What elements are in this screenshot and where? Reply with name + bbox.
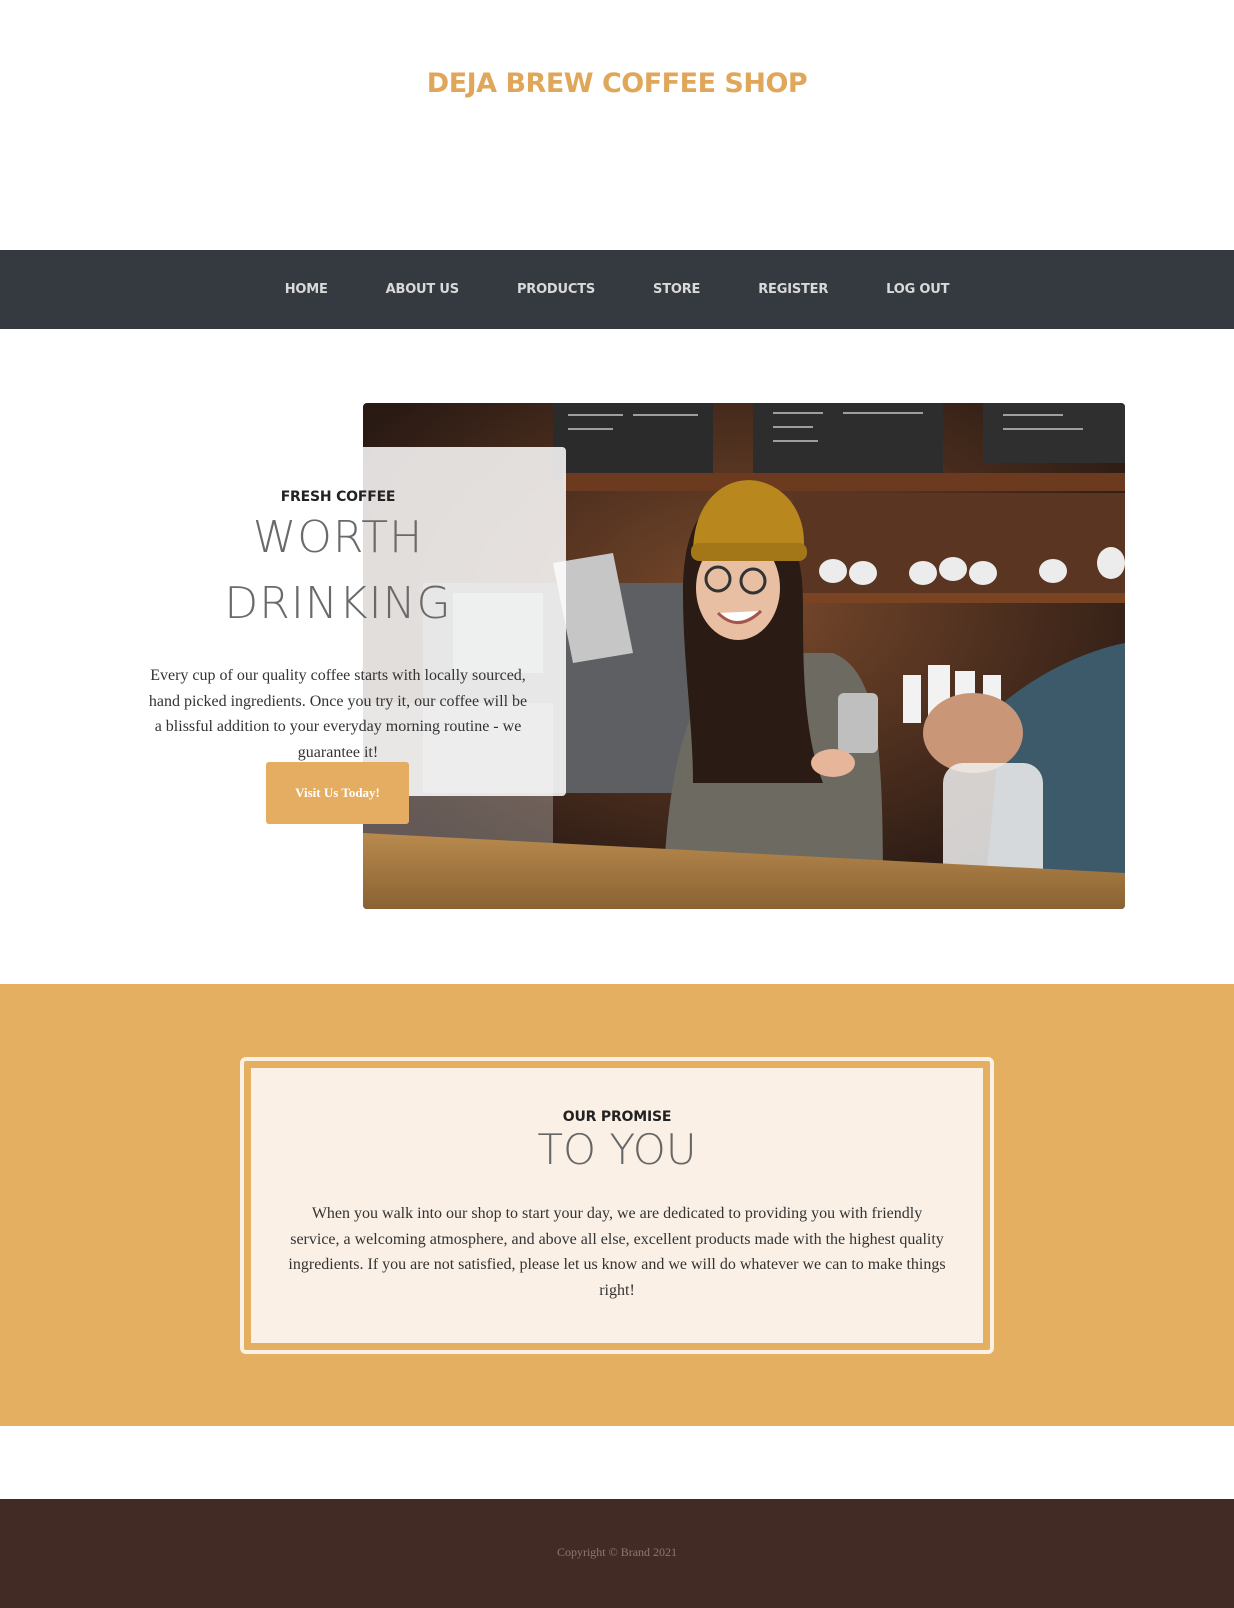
site-footer: Copyright © Brand 2021: [0, 1499, 1234, 1608]
hero-section: FRESH COFFEE WORTH DRINKING Every cup of…: [0, 329, 1234, 984]
promise-card: OUR PROMISE TO YOU When you walk into ou…: [247, 1064, 987, 1347]
hero-heading-line-1: WORTH: [252, 512, 424, 563]
nav-home[interactable]: HOME: [285, 282, 328, 297]
nav-about-us[interactable]: ABOUT US: [386, 282, 459, 297]
hero-description: Every cup of our quality coffee starts w…: [148, 667, 528, 761]
nav-register[interactable]: REGISTER: [758, 282, 828, 297]
nav-products[interactable]: PRODUCTS: [517, 282, 595, 297]
promise-heading: TO YOU: [537, 1125, 697, 1174]
promise-section: OUR PROMISE TO YOU When you walk into ou…: [0, 984, 1234, 1426]
hero-eyebrow: FRESH COFFEE: [280, 489, 396, 505]
copyright-text: Copyright © Brand 2021: [556, 1545, 678, 1559]
nav-log-out[interactable]: LOG OUT: [886, 282, 949, 297]
hero-heading-line-2: DRINKING: [224, 578, 452, 629]
visit-us-button[interactable]: Visit Us Today!: [266, 762, 409, 824]
promise-description: When you walk into our shop to start you…: [288, 1205, 946, 1299]
main-navbar: HOME ABOUT US PRODUCTS STORE REGISTER LO…: [0, 250, 1234, 329]
brand-title[interactable]: DEJA BREW COFFEE SHOP: [0, 68, 1234, 99]
promise-card-frame: OUR PROMISE TO YOU When you walk into ou…: [240, 1057, 994, 1354]
hero-heading: WORTH DRINKING: [138, 505, 538, 637]
nav-store[interactable]: STORE: [653, 282, 700, 297]
promise-eyebrow: OUR PROMISE: [562, 1109, 672, 1125]
hero-text: FRESH COFFEE WORTH DRINKING Every cup of…: [138, 489, 538, 765]
site-header: DEJA BREW COFFEE SHOP: [0, 0, 1234, 250]
